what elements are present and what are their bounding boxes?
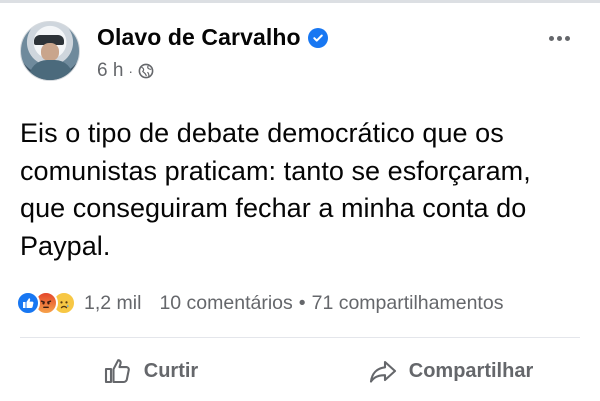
- globe-icon: [138, 63, 154, 79]
- more-dot: [564, 35, 570, 41]
- post-actions: Curtir Compartilhar: [0, 346, 600, 396]
- more-options-icon[interactable]: [544, 28, 574, 48]
- reaction-count[interactable]: 1,2 mil: [84, 292, 141, 315]
- post-header: Olavo de Carvalho 6 h ·: [20, 18, 584, 88]
- reaction-icons[interactable]: [16, 291, 76, 315]
- post-body-text: Eis o tipo de debate democrático que os …: [20, 118, 531, 261]
- author-avatar[interactable]: [20, 21, 80, 81]
- share-button[interactable]: Compartilhar: [300, 346, 600, 396]
- actions-divider: [20, 337, 580, 338]
- share-arrow-icon: [369, 360, 396, 383]
- verified-badge-icon: [307, 27, 328, 48]
- author-name[interactable]: Olavo de Carvalho: [97, 24, 301, 51]
- post-meta: 6 h ·: [97, 60, 154, 82]
- avatar-body: [29, 60, 73, 80]
- thumbs-up-icon: [104, 359, 130, 384]
- shares-count[interactable]: 71 compartilhamentos: [312, 292, 504, 315]
- post-stats: 1,2 mil 10 comentários • 71 compartilham…: [16, 289, 590, 317]
- comments-count[interactable]: 10 comentários: [159, 292, 292, 315]
- avatar-face: [41, 43, 59, 61]
- stats-separator: •: [298, 291, 306, 314]
- more-dot: [548, 35, 554, 41]
- like-button[interactable]: Curtir: [0, 346, 300, 396]
- like-label: Curtir: [143, 359, 199, 382]
- top-divider: [0, 0, 600, 3]
- more-dot: [556, 35, 562, 41]
- post-time[interactable]: 6 h: [97, 60, 123, 82]
- like-reaction-icon: [16, 291, 40, 315]
- author-line: Olavo de Carvalho: [97, 24, 328, 51]
- share-label: Compartilhar: [408, 359, 534, 382]
- meta-separator: ·: [128, 63, 134, 79]
